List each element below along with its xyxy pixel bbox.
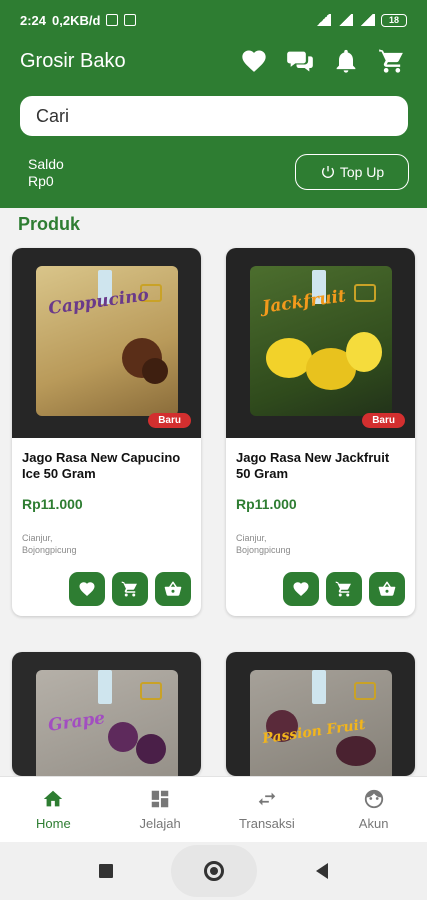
- topup-label: Top Up: [339, 164, 385, 180]
- notification-icon: [106, 14, 119, 26]
- add-to-cart-button[interactable]: [326, 572, 362, 606]
- wallet-balance: Saldo Rp0: [28, 156, 64, 190]
- nav-home[interactable]: Home: [0, 777, 107, 842]
- basket-icon: [378, 581, 396, 596]
- nav-transaksi-label: Transaksi: [238, 816, 295, 831]
- instagram-icon: [124, 14, 137, 26]
- bell-icon: [336, 49, 356, 73]
- product-card[interactable]: Passion Fruit: [226, 652, 415, 776]
- nav-home-label: Home: [36, 816, 71, 831]
- heart-icon: [293, 582, 309, 597]
- search-bar[interactable]: [20, 96, 408, 136]
- product-name: Jago Rasa New Jackfruit 50 Gram: [236, 450, 390, 481]
- topup-button[interactable]: Top Up: [295, 154, 409, 190]
- system-navigation: [0, 842, 427, 900]
- explore-icon: [151, 790, 169, 808]
- home-button[interactable]: [171, 845, 258, 897]
- new-badge: Baru: [362, 413, 405, 428]
- nav-transaksi[interactable]: Transaksi: [214, 777, 321, 842]
- product-card[interactable]: Grape: [12, 652, 201, 776]
- chat-icon: [287, 51, 313, 72]
- heart-icon: [79, 582, 95, 597]
- heart-icon: [242, 50, 266, 72]
- signal-icon-2: [359, 14, 375, 26]
- back-button[interactable]: [315, 863, 328, 879]
- cart-icon: [379, 49, 403, 73]
- back-triangle-icon: [315, 863, 328, 879]
- product-image: Grape: [12, 652, 201, 776]
- home-icon: [44, 790, 63, 807]
- wallet-amount: Rp0: [28, 173, 54, 189]
- battery-icon: 18: [381, 13, 407, 27]
- nav-akun-label: Akun: [358, 816, 389, 831]
- section-title: Produk: [18, 214, 81, 234]
- app-title: Grosir Bako: [20, 50, 126, 72]
- recent-apps-button[interactable]: [99, 864, 114, 878]
- cart-icon: [335, 581, 351, 597]
- product-image: Passion Fruit: [226, 652, 415, 776]
- wishlist-button[interactable]: [69, 572, 105, 606]
- product-location: Cianjur, Bojongpicung: [236, 533, 291, 555]
- nav-akun[interactable]: Akun: [320, 777, 427, 842]
- power-icon: [321, 166, 334, 178]
- new-badge: Baru: [148, 413, 191, 428]
- circle-icon: [204, 861, 225, 881]
- cart-button[interactable]: [377, 44, 407, 78]
- product-card[interactable]: Jackfruit Baru Jago Rasa New Jackfruit 5…: [226, 248, 415, 616]
- search-input[interactable]: [36, 105, 392, 127]
- buy-basket-button[interactable]: [155, 572, 191, 606]
- wishlist-button[interactable]: [283, 572, 319, 606]
- basket-icon: [164, 581, 182, 596]
- signal-icon: [337, 14, 353, 26]
- product-price: Rp11.000: [236, 496, 297, 512]
- product-price: Rp11.000: [22, 496, 83, 512]
- header-actions: [239, 44, 407, 78]
- status-time: 2:24: [20, 12, 47, 28]
- product-card[interactable]: Cappucino Baru Jago Rasa New Capucino Ic…: [12, 248, 201, 616]
- cart-icon: [121, 581, 137, 597]
- product-name: Jago Rasa New Capucino Ice 50 Gram: [22, 450, 181, 481]
- chat-button[interactable]: [285, 44, 315, 78]
- notification-button[interactable]: [331, 44, 361, 78]
- nav-jelajah-label: Jelajah: [139, 816, 181, 831]
- nav-jelajah[interactable]: Jelajah: [107, 777, 214, 842]
- status-bar: 2:24 0,2KB/d 18: [0, 0, 427, 40]
- network-speed: 0,2KB/d: [52, 12, 101, 28]
- product-location: Cianjur, Bojongpicung: [22, 533, 77, 555]
- square-icon: [99, 864, 114, 878]
- buy-basket-button[interactable]: [369, 572, 405, 606]
- add-to-cart-button[interactable]: [112, 572, 148, 606]
- wallet-label: Saldo: [28, 156, 64, 172]
- app-header: 2:24 0,2KB/d 18 Grosir Bako Saldo: [0, 0, 427, 208]
- wifi-icon: [315, 14, 331, 26]
- bottom-navigation: Home Jelajah Transaksi Akun: [0, 776, 427, 842]
- account-icon: [364, 789, 383, 809]
- product-image: Cappucino Baru: [12, 248, 201, 438]
- transaction-icon: [258, 792, 276, 806]
- product-image: Jackfruit Baru: [226, 248, 415, 438]
- wishlist-button[interactable]: [239, 44, 269, 78]
